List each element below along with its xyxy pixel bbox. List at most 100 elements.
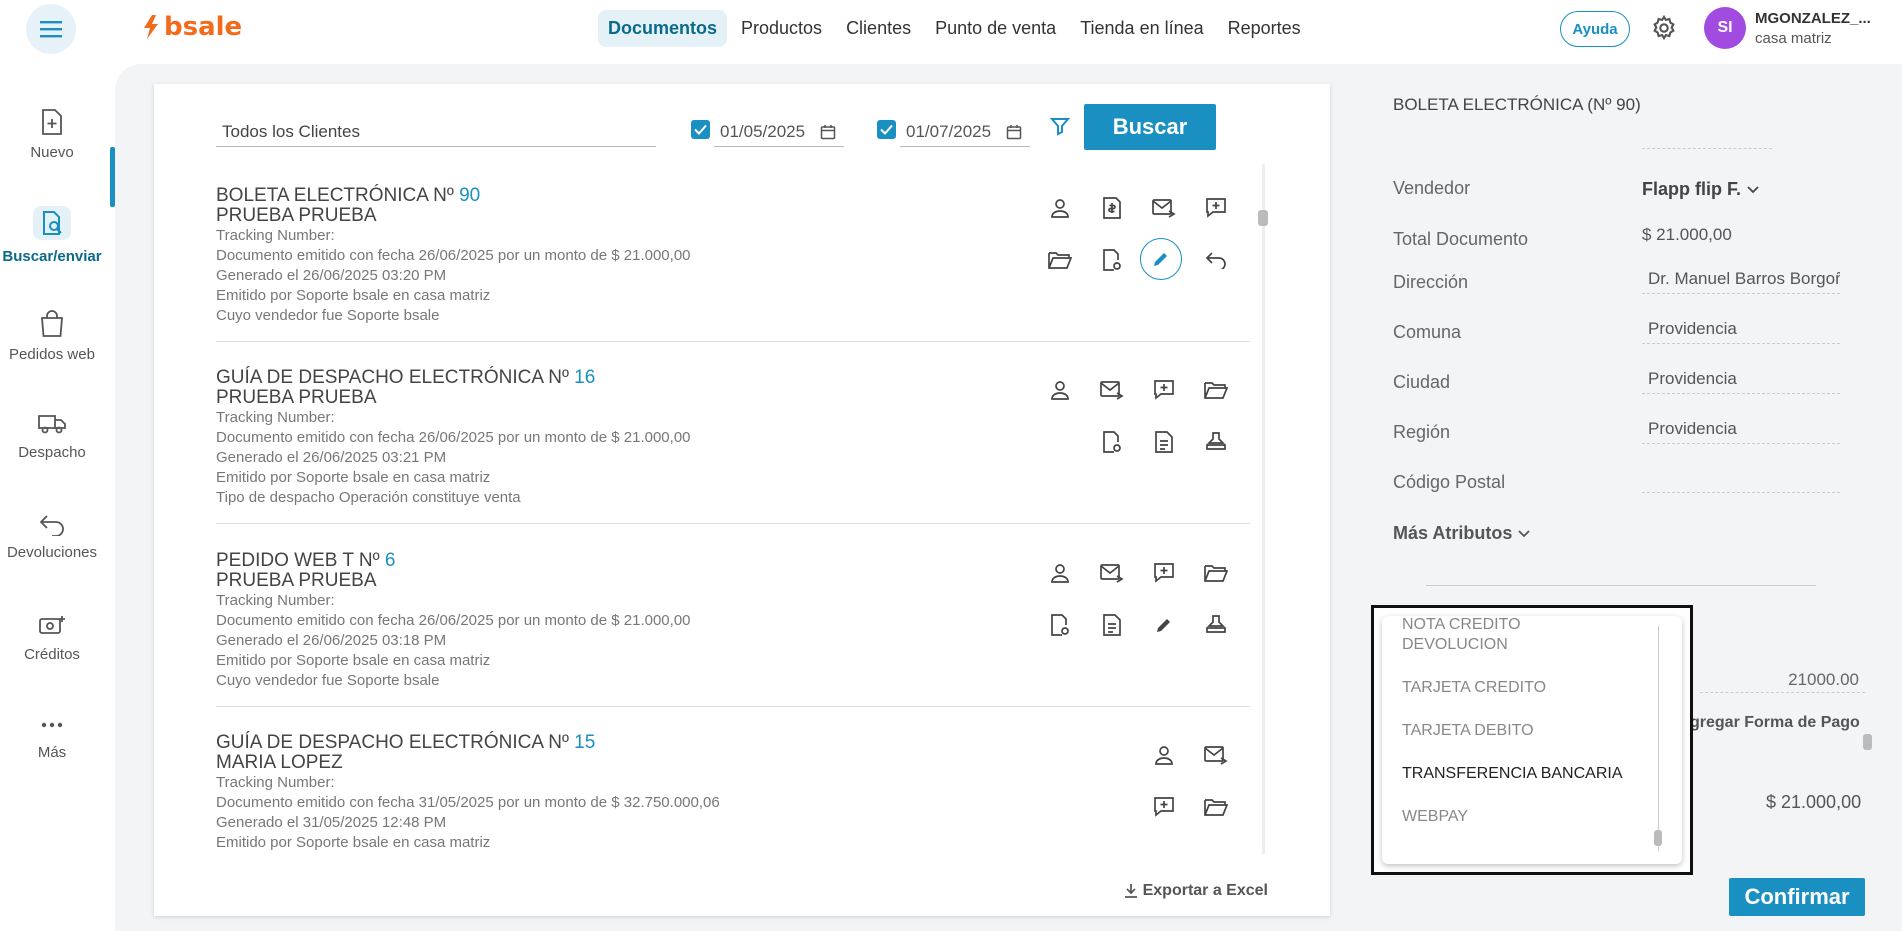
export-excel-label: Exportar a Excel [1142, 882, 1268, 899]
date-from-checkbox[interactable] [691, 120, 710, 139]
attachment-action[interactable] [1094, 424, 1130, 460]
document-view-action[interactable] [1094, 607, 1130, 643]
brand-logo[interactable]: bsale [142, 12, 242, 42]
client-filter-input[interactable]: Todos los Clientes [216, 118, 656, 147]
sidebar-label-buscar-enviar: Buscar/enviar [2, 248, 102, 265]
dropdown-scroll-thumb[interactable] [1654, 830, 1662, 846]
client-action[interactable] [1042, 190, 1078, 226]
payment-method-dropdown[interactable]: NOTA CREDITO DEVOLUCION TARJETA CREDITO … [1382, 616, 1682, 864]
attachment-action[interactable] [1042, 607, 1078, 643]
add-payment-method-button[interactable]: gregar Forma de Pago [1690, 714, 1860, 732]
open-folder-action[interactable] [1198, 789, 1234, 825]
send-email-action[interactable] [1094, 555, 1130, 591]
client-action[interactable] [1042, 372, 1078, 408]
codigo-postal-input[interactable] [1642, 465, 1840, 493]
add-comment-action[interactable] [1146, 372, 1182, 408]
sidebar-item-buscar-enviar[interactable]: Buscar/enviar [0, 206, 104, 265]
detail-divider [1642, 148, 1772, 149]
client-action[interactable] [1042, 555, 1078, 591]
invoice-action[interactable] [1094, 190, 1130, 226]
mas-atributos-toggle[interactable]: Más Atributos [1393, 523, 1530, 544]
document-view-action[interactable] [1146, 424, 1182, 460]
search-button[interactable]: Buscar [1084, 104, 1216, 150]
client-action[interactable] [1146, 737, 1182, 773]
date-from-input[interactable]: 01/05/2025 [714, 118, 844, 147]
document-list-scroll-thumb[interactable] [1258, 210, 1268, 226]
add-comment-action[interactable] [1146, 789, 1182, 825]
payment-amount-input[interactable]: 21000.00 [1700, 668, 1865, 693]
total-documento-label: Total Documento [1393, 229, 1529, 249]
settings-gear-icon[interactable] [1650, 14, 1678, 42]
document-number[interactable]: 90 [459, 185, 480, 206]
payment-option-tarjeta-credito[interactable]: TARJETA CREDITO [1402, 679, 1546, 697]
sidebar-item-creditos[interactable]: Créditos [0, 614, 104, 663]
region-label: Región [1393, 422, 1451, 442]
open-folder-action[interactable] [1198, 555, 1234, 591]
export-excel-button[interactable]: Exportar a Excel [1123, 882, 1268, 900]
help-button[interactable]: Ayuda [1560, 11, 1630, 47]
user-name[interactable]: MGONZALEZ_... [1755, 10, 1871, 27]
detail-scroll-thumb[interactable] [1863, 734, 1872, 750]
dropdown-scrollbar[interactable] [1658, 626, 1659, 851]
direccion-input[interactable]: Dr. Manuel Barros Borgoño [1642, 265, 1840, 294]
send-email-action[interactable] [1198, 737, 1234, 773]
sidebar-item-pedidos-web[interactable]: Pedidos web [0, 310, 104, 363]
sidebar-item-mas[interactable]: Más [0, 714, 104, 761]
send-email-action[interactable] [1094, 372, 1130, 408]
nav-documentos[interactable]: Documentos [598, 10, 728, 47]
payment-option-devolucion[interactable]: DEVOLUCION [1402, 636, 1508, 654]
ciudad-input[interactable]: Providencia [1642, 365, 1840, 394]
sidebar-item-nuevo[interactable]: Nuevo [0, 108, 104, 161]
payment-option-webpay[interactable]: WEBPAY [1402, 808, 1468, 826]
mas-atributos-label: Más Atributos [1393, 523, 1513, 543]
vendedor-select[interactable]: Flapp flip F. [1642, 179, 1759, 200]
payment-option-tarjeta-debito[interactable]: TARJETA DEBITO [1402, 722, 1534, 740]
main-nav: Documentos Productos Clientes Punto de v… [598, 10, 1311, 47]
stamp-action[interactable] [1198, 607, 1234, 643]
open-folder-action[interactable] [1198, 372, 1234, 408]
edit-action[interactable] [1146, 607, 1182, 643]
document-number[interactable]: 6 [385, 550, 396, 571]
hamburger-menu-button[interactable] [26, 4, 76, 54]
check-icon [880, 124, 893, 135]
nav-punto-de-venta[interactable]: Punto de venta [925, 10, 1066, 47]
add-comment-action[interactable] [1198, 190, 1234, 226]
edit-action[interactable] [1140, 238, 1182, 280]
download-icon [1124, 884, 1137, 898]
region-input[interactable]: Providencia [1642, 415, 1840, 444]
nav-tienda-en-linea[interactable]: Tienda en línea [1070, 10, 1213, 47]
sidebar-item-devoluciones[interactable]: Devoluciones [0, 512, 104, 561]
document-number[interactable]: 15 [574, 732, 595, 753]
calendar-icon[interactable] [820, 124, 836, 140]
date-to-checkbox[interactable] [877, 120, 896, 139]
mail-send-icon [1204, 746, 1228, 765]
add-comment-action[interactable] [1146, 555, 1182, 591]
open-folder-action[interactable] [1042, 242, 1078, 278]
stamp-action[interactable] [1198, 424, 1234, 460]
nav-clientes[interactable]: Clientes [836, 10, 921, 47]
document-number[interactable]: 16 [574, 367, 595, 388]
return-arrow-icon [39, 515, 64, 536]
document-lines-icon [1155, 431, 1173, 453]
payment-option-transferencia-bancaria[interactable]: TRANSFERENCIA BANCARIA [1402, 765, 1622, 783]
confirm-button[interactable]: Confirmar [1729, 878, 1865, 916]
vendedor-value: Flapp flip F. [1642, 179, 1741, 199]
date-to-input[interactable]: 01/07/2025 [900, 118, 1030, 147]
sidebar-item-despacho[interactable]: Despacho [0, 412, 104, 461]
attachment-action[interactable] [1094, 242, 1130, 278]
filter-funnel-icon[interactable] [1050, 116, 1070, 136]
payment-option-nota-credito[interactable]: NOTA CREDITO [1402, 616, 1521, 634]
nav-reportes[interactable]: Reportes [1218, 10, 1311, 47]
return-action[interactable] [1198, 242, 1234, 278]
document-list-scrollbar[interactable] [1262, 164, 1265, 854]
user-avatar[interactable]: SI [1704, 7, 1746, 49]
invoice-dollar-icon [1103, 197, 1121, 219]
calendar-icon[interactable] [1006, 124, 1022, 140]
send-email-action[interactable] [1146, 190, 1182, 226]
comuna-input[interactable]: Providencia [1642, 315, 1840, 344]
sidebar-label-pedidos-web: Pedidos web [9, 346, 95, 363]
sidebar-label-nuevo: Nuevo [30, 144, 74, 161]
check-icon [694, 124, 707, 135]
nav-productos[interactable]: Productos [731, 10, 832, 47]
document-item[interactable]: GUÍA DE DESPACHO ELECTRÓNICA Nº 15 MARIA… [216, 733, 1250, 853]
